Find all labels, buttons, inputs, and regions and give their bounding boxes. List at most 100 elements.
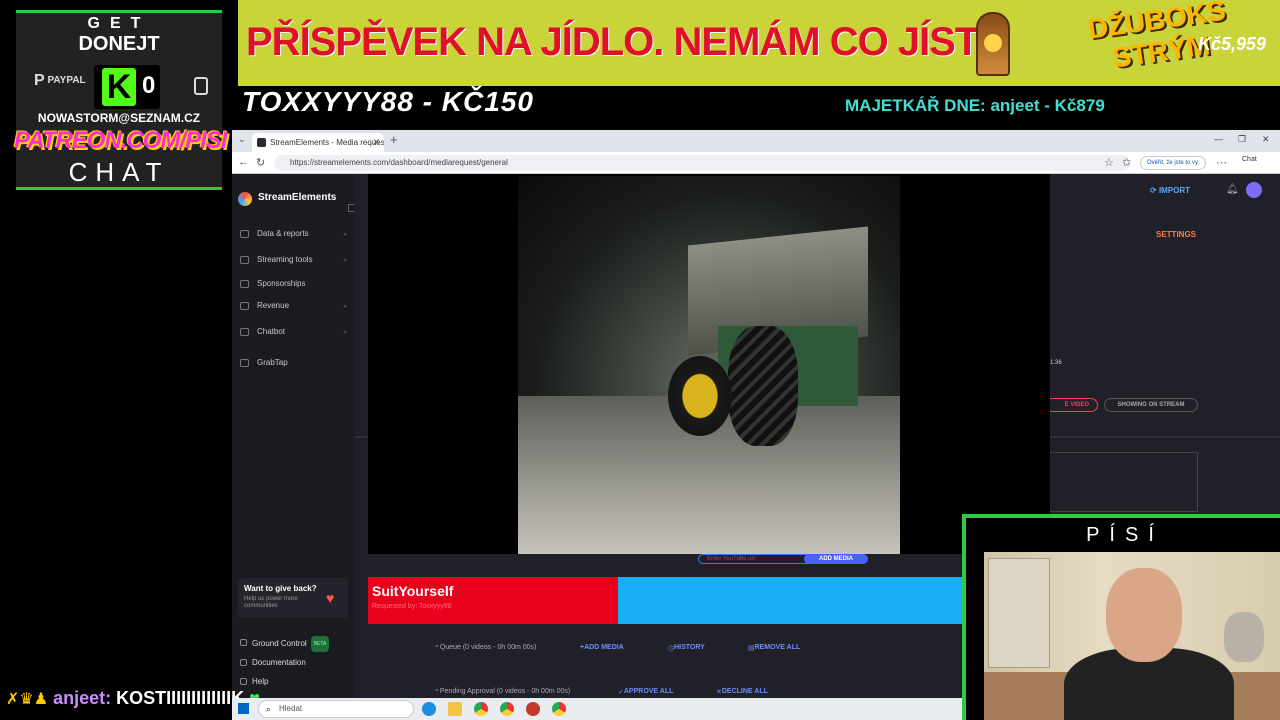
give-back-card[interactable]: Want to give back? Help us power more co… (238, 578, 348, 618)
sidebar-item-data-reports[interactable]: Data & reports ⌄ (240, 226, 350, 242)
approve-all-button[interactable]: ✓ APPROVE ALL (618, 688, 673, 696)
maximize-icon[interactable]: ❐ (1238, 134, 1246, 145)
streamelements-favicon-icon (257, 138, 266, 147)
kick-counter: K 0 (94, 65, 160, 109)
tab-media-request[interactable]: StreamElements - Media request ✕ (252, 133, 384, 152)
search-icon: ⌕ (266, 704, 272, 714)
tab-list-icon[interactable]: ⌄ (238, 134, 246, 145)
chat-badges-icon: ✗♛♟ (6, 691, 49, 708)
chat-bubble-icon (240, 328, 249, 336)
avatar[interactable] (1246, 182, 1262, 198)
chat-message: ✗♛♟ anjeet: KOSTIIIIIIIIIIIIIK ♥ (6, 688, 260, 709)
chevron-down-icon: ⌄ (342, 302, 348, 309)
address-bar: ← ↻ https://streamelements.com/dashboard… (232, 152, 1280, 174)
reload-icon[interactable]: ↻ (256, 156, 265, 169)
top-banner: PŘÍSPĚVEK NA JÍDLO. NEMÁM CO JÍST. DŽUBO… (238, 0, 1280, 86)
decline-all-button[interactable]: ✕ DECLINE ALL (716, 688, 768, 696)
sidebar-help[interactable]: Help (240, 675, 350, 689)
url-field[interactable]: https://streamelements.com/dashboard/med… (274, 155, 1130, 171)
give-back-title: Want to give back? (244, 584, 317, 593)
beta-badge: BETA (310, 636, 330, 652)
help-icon (240, 678, 247, 685)
banner-text: PŘÍSPĚVEK NA JÍDLO. NEMÁM CO JÍST. (246, 20, 985, 64)
queue-toggle[interactable]: ⌃ Queue (0 videos - 0h 00m 00s) (434, 644, 536, 652)
close-tab-icon[interactable]: ✕ (372, 133, 380, 152)
minimize-icon[interactable]: — (1214, 134, 1223, 144)
chrome-icon[interactable] (474, 702, 488, 716)
file-explorer-icon[interactable] (448, 702, 462, 716)
chrome-icon-2[interactable] (500, 702, 514, 716)
now-playing-bar: SuitYourself Requested by: Toxxyyy88 (368, 577, 1050, 624)
now-playing-card: SuitYourself Requested by: Toxxyyy88 (368, 577, 618, 624)
rocket-icon (240, 639, 247, 646)
sidebar-item-chatbot[interactable]: Chatbot ⌄ (240, 324, 350, 340)
import-button[interactable]: ⟳ IMPORT (1150, 186, 1190, 195)
video-wheel (668, 356, 732, 436)
more-icon[interactable]: ⋯ (1216, 156, 1227, 169)
profile-verify-chip[interactable]: Ověřit, že jste to vy (1140, 156, 1206, 170)
se-sidebar: StreamElements Data & reports ⌄ Streaming… (232, 174, 356, 698)
streamelements-logo-icon (238, 192, 252, 206)
tab-title: StreamElements - Media request (270, 138, 384, 147)
taskbar: ⌕ Hledat (232, 698, 962, 720)
sidebar-item-sponsorships[interactable]: Sponsorships (240, 276, 350, 292)
get-label: GET (87, 15, 151, 32)
sidebar-item-streaming-tools[interactable]: Streaming tools ⌄ (240, 252, 350, 268)
now-playing-requester: Requested by: Toxxyyy88 (372, 603, 452, 610)
top-donor: TOXXYYY88 - KČ150 (242, 86, 534, 117)
pending-toggle[interactable]: ⌃ Pending Approval (0 videos - 0h 00m 00… (434, 688, 570, 696)
bell-icon[interactable]: 🔔︎ (1226, 184, 1239, 195)
remove-all-button[interactable]: ▤ REMOVE ALL (748, 644, 800, 652)
windows-start-icon[interactable] (238, 703, 249, 714)
jukebox-icon (976, 12, 1010, 76)
settings-tab[interactable]: SETTINGS (1156, 230, 1196, 239)
chrome-icon-3[interactable] (552, 702, 566, 716)
edge-icon[interactable] (422, 702, 436, 716)
chevron-down-icon: ⌄ (342, 230, 348, 237)
webcam-overlay: PÍSÍ (962, 514, 1280, 720)
sidebar-documentation[interactable]: Documentation (240, 656, 350, 670)
new-tab-icon[interactable]: + (390, 132, 398, 147)
chat-label: CHAT (68, 157, 170, 187)
chart-icon (240, 230, 249, 238)
streamer-head (1106, 568, 1182, 662)
patreon-link: PATREON.COM/PISI (14, 127, 227, 154)
favorites-icon[interactable]: ✩ (1122, 156, 1131, 169)
now-playing-title: SuitYourself (372, 583, 454, 599)
queue-add-media-button[interactable]: + ADD MEDIA (580, 644, 624, 651)
email-address: NOWASTORM@SEZNAM.CZ (37, 111, 201, 125)
star-icon[interactable]: ☆ (1104, 156, 1114, 169)
tab-bar: ⌄ StreamElements - Media request ✕ + — ❐… (232, 130, 1280, 152)
video-tire (728, 326, 798, 446)
obs-icon[interactable] (526, 702, 540, 716)
settings-panel (1046, 452, 1198, 512)
coin-icon (240, 302, 249, 310)
sidebar-item-grabtap[interactable]: GrabTap (240, 355, 350, 371)
video-duration: 1:36 (1050, 360, 1062, 366)
taskbar-search[interactable]: ⌕ Hledat (258, 700, 414, 718)
webcam-feed (984, 552, 1280, 720)
add-media-button[interactable]: ADD MEDIA (804, 554, 868, 564)
copilot-chat-button[interactable]: Chat (1242, 156, 1257, 163)
banner-amount: Kč5,959 (1198, 34, 1267, 54)
showing-on-stream-button[interactable]: SHOWING ON STREAM (1104, 398, 1198, 412)
document-icon (240, 659, 247, 666)
chat-text: KOSTIIIIIIIIIIIIIK (116, 688, 245, 708)
paypal-icon: P (34, 72, 45, 89)
close-window-icon[interactable]: ✕ (1262, 134, 1270, 145)
chat-username: anjeet: (53, 688, 112, 708)
top-donor-of-day: MAJETKÁŘ DNE: anjeet - Kč879 (845, 96, 1105, 115)
brand-name: StreamElements (258, 192, 337, 203)
webcam-label: PÍSÍ (1086, 524, 1164, 546)
tools-icon (240, 256, 249, 264)
star-icon (240, 280, 249, 288)
sidebar-ground-control[interactable]: Ground Control BETA (240, 636, 350, 652)
heart-icon: ♥ (326, 590, 335, 606)
kick-count: 0 (142, 72, 156, 99)
kick-icon: K (102, 68, 136, 106)
history-button[interactable]: ◷ HISTORY (668, 644, 705, 652)
back-icon[interactable]: ← (238, 156, 249, 168)
sidebar-item-revenue[interactable]: Revenue ⌄ (240, 298, 350, 314)
video-player[interactable] (368, 174, 1050, 554)
chevron-down-icon: ⌄ (342, 256, 348, 263)
